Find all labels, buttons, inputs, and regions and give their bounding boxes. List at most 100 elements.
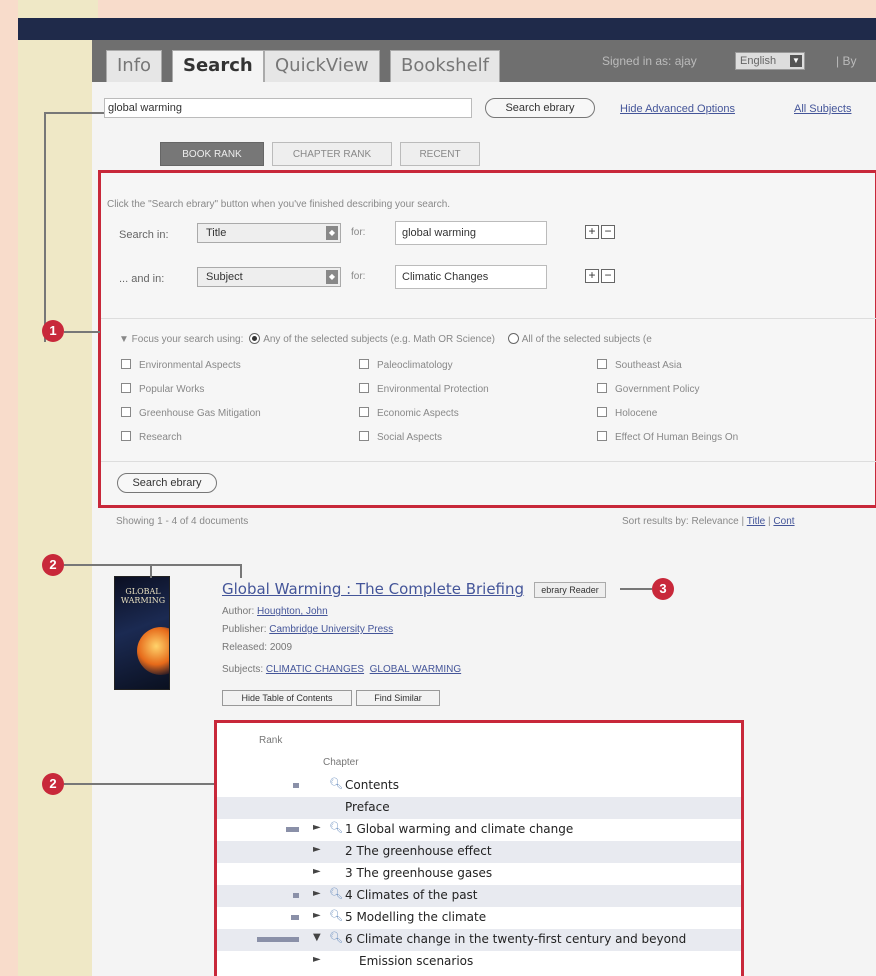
book-title-link[interactable]: Global Warming : The Complete Briefing [222, 580, 524, 598]
subject-checkbox[interactable]: Government Policy [597, 383, 699, 395]
hide-toc-button[interactable]: Hide Table of Contents [222, 690, 352, 706]
toc-row[interactable]: 🔍︎ Contents [217, 775, 741, 797]
chapter-title[interactable]: Preface [345, 800, 390, 814]
toc-row[interactable]: ► 3 The greenhouse gases [217, 863, 741, 885]
tab-recent[interactable]: RECENT [400, 142, 480, 166]
checkbox-icon [597, 359, 607, 369]
toc-row[interactable]: ► 2 The greenhouse effect [217, 841, 741, 863]
ebrary-reader-button[interactable]: ebrary Reader [534, 582, 606, 598]
publisher-label: Publisher: [222, 624, 267, 635]
add-row-icon[interactable]: + [585, 225, 599, 239]
subject-checkbox[interactable]: Holocene [597, 407, 657, 419]
chapter-title[interactable]: 1 Global warming and climate change [345, 822, 573, 836]
chapter-title[interactable]: Contents [345, 778, 399, 792]
subject-checkbox[interactable]: Effect Of Human Beings On [597, 431, 738, 443]
subject-label: Government Policy [615, 384, 700, 395]
field-select-2[interactable]: Subject ◆ [197, 267, 341, 287]
subject-checkbox[interactable]: Paleoclimatology [359, 359, 453, 371]
subject-checkbox[interactable]: Economic Aspects [359, 407, 459, 419]
subject-link[interactable]: CLIMATIC CHANGES [266, 664, 364, 675]
collapsed-arrow-icon[interactable]: ► [313, 954, 321, 965]
expanded-arrow-icon[interactable]: ▼ [313, 932, 321, 943]
field-select-1[interactable]: Title ◆ [197, 223, 341, 243]
find-similar-button[interactable]: Find Similar [356, 690, 440, 706]
subject-checkbox[interactable]: Environmental Aspects [121, 359, 241, 371]
all-subjects-link[interactable]: All Subjects [794, 103, 851, 115]
search-input[interactable]: global warming [104, 98, 472, 118]
toc-row[interactable]: ▼ 🔍︎ 6 Climate change in the twenty-first … [217, 929, 741, 951]
publisher-link[interactable]: Cambridge University Press [269, 624, 393, 635]
search-icon[interactable]: 🔍︎ [329, 887, 343, 900]
subject-checkbox[interactable]: Social Aspects [359, 431, 442, 443]
remove-row-icon[interactable]: − [601, 225, 615, 239]
subject-checkbox[interactable]: Research [121, 431, 182, 443]
tab-search[interactable]: Search [172, 50, 264, 82]
toc-row[interactable]: ► Emission scenarios [217, 951, 741, 973]
toc-row[interactable]: ► 🔍︎ 1 Global warming and climate change [217, 819, 741, 841]
search-icon[interactable]: 🔍︎ [329, 777, 343, 790]
collapsed-arrow-icon[interactable]: ► [313, 844, 321, 855]
collapsed-arrow-icon[interactable]: ► [313, 822, 321, 833]
results-count: Showing 1 - 4 of 4 documents [116, 516, 249, 527]
tab-info[interactable]: Info [106, 50, 163, 82]
author-label: Author: [222, 606, 255, 617]
collapsed-arrow-icon[interactable]: ► [313, 866, 321, 877]
chapter-title[interactable]: Emission scenarios [359, 954, 473, 968]
callout-2b-badge: 2 [42, 773, 64, 795]
tab-chapter-rank[interactable]: CHAPTER RANK [272, 142, 392, 166]
rank-bar [257, 937, 299, 942]
subject-checkbox[interactable]: Environmental Protection [359, 383, 489, 395]
chapter-title[interactable]: 2 The greenhouse effect [345, 844, 492, 858]
by-text: | By [836, 54, 857, 68]
toc-row[interactable]: Preface [217, 797, 741, 819]
checkbox-icon [597, 431, 607, 441]
chapter-title[interactable]: 5 Modelling the climate [345, 910, 486, 924]
focus-all-radio[interactable] [507, 333, 519, 344]
add-row-icon[interactable]: + [585, 269, 599, 283]
focus-any-radio[interactable] [249, 333, 261, 344]
term-input-2[interactable]: Climatic Changes [395, 265, 547, 289]
subjects-label: Subjects: [222, 664, 264, 675]
sort-options: Sort results by: Relevance | Title | Con… [622, 516, 795, 527]
subject-label: Southeast Asia [615, 360, 682, 371]
chapter-title[interactable]: 6 Climate change in the twenty-first cen… [345, 932, 686, 946]
subject-checkbox[interactable]: Southeast Asia [597, 359, 682, 371]
subject-link[interactable]: GLOBAL WARMING [370, 664, 462, 675]
book-cover[interactable]: GLOBAL WARMING [114, 576, 170, 690]
tab-quickview[interactable]: QuickView [264, 50, 380, 82]
subject-checkbox[interactable]: Greenhouse Gas Mitigation [121, 407, 261, 419]
collapsed-arrow-icon[interactable]: ► [313, 910, 321, 921]
remove-row-icon[interactable]: − [601, 269, 615, 283]
released-label: Released: [222, 642, 268, 653]
app-window: Info Search QuickView Bookshelf Signed i… [92, 40, 876, 976]
toc-row[interactable]: ► 🔍︎ 5 Modelling the climate [217, 907, 741, 929]
search-icon[interactable]: 🔍︎ [329, 821, 343, 834]
divider [101, 318, 876, 319]
signed-in-text: Signed in as: ajay [602, 54, 697, 68]
chapter-header: Chapter [323, 757, 359, 768]
callout-1-badge: 1 [42, 320, 64, 342]
select-arrows-icon: ◆ [326, 226, 338, 240]
language-value: English [740, 55, 777, 67]
subject-checkbox[interactable]: Popular Works [121, 383, 204, 395]
tab-book-rank[interactable]: BOOK RANK [160, 142, 264, 166]
term-input-1[interactable]: global warming [395, 221, 547, 245]
tab-bookshelf[interactable]: Bookshelf [390, 50, 500, 82]
checkbox-icon [597, 407, 607, 417]
search-icon[interactable]: 🔍︎ [329, 909, 343, 922]
author-link[interactable]: Houghton, John [257, 606, 328, 617]
language-select[interactable]: English ▼ [735, 52, 805, 70]
hide-advanced-options-link[interactable]: Hide Advanced Options [620, 103, 735, 115]
chapter-title[interactable]: 3 The greenhouse gases [345, 866, 492, 880]
collapsed-arrow-icon[interactable]: ► [313, 888, 321, 899]
checkbox-icon [359, 407, 369, 417]
and-in-label: ... and in: [119, 273, 165, 285]
sort-contributor-link[interactable]: Cont [773, 516, 794, 527]
for-label-2: for: [351, 271, 366, 282]
chapter-title[interactable]: 4 Climates of the past [345, 888, 478, 902]
sort-title-link[interactable]: Title [747, 516, 766, 527]
toc-row[interactable]: ► 🔍︎ 4 Climates of the past [217, 885, 741, 907]
search-icon[interactable]: 🔍︎ [329, 931, 343, 944]
search-ebrary-button-bottom[interactable]: Search ebrary [117, 473, 217, 493]
search-ebrary-button[interactable]: Search ebrary [485, 98, 595, 118]
